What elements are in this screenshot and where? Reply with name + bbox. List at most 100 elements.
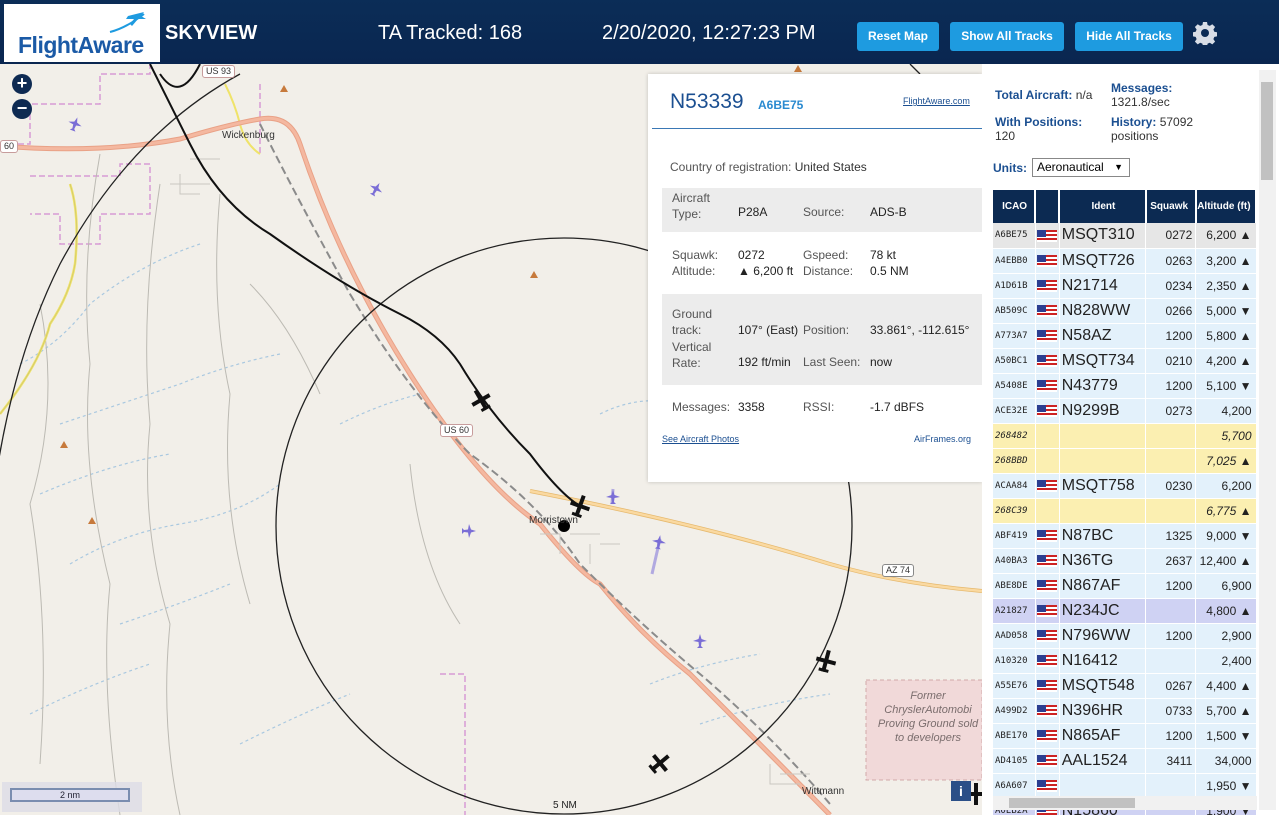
messages-label: Messages: (672, 400, 731, 414)
cell-flag (1035, 673, 1060, 699)
table-row[interactable]: AAD058 N796WW 1200 2,900 (993, 623, 1257, 649)
cell-altitude: 9,000 ▼ (1195, 523, 1257, 549)
range-ring-label: 5 NM (553, 800, 577, 811)
cell-icao: A4EBB0 (993, 248, 1036, 274)
cell-ident: MSQT734 (1059, 348, 1147, 374)
table-row[interactable]: ACE32E N9299B 0273 4,200 (993, 398, 1257, 424)
zoom-out-button[interactable]: − (12, 99, 32, 119)
us-flag-icon (1037, 680, 1058, 693)
table-row[interactable]: A10320 N16412 2,400 (993, 648, 1257, 674)
table-row[interactable]: A6A607 1,950 ▼ (993, 773, 1257, 799)
units-value: Aeronautical (1037, 160, 1104, 174)
cell-altitude: 1,500 ▼ (1195, 723, 1257, 749)
current-datetime: 2/20/2020, 12:27:23 PM (602, 22, 816, 44)
us-flag-icon (1037, 305, 1058, 318)
total-aircraft-label: Total Aircraft: (995, 88, 1073, 102)
cell-icao: A21827 (993, 598, 1036, 624)
column-header-squawk[interactable]: Squawk (1145, 190, 1197, 223)
cell-ident: N16412 (1059, 648, 1147, 674)
horizontal-scrollbar[interactable] (993, 796, 1257, 810)
messages-rate-value: 1321.8/sec (1111, 95, 1170, 109)
table-row[interactable]: ABE170 N865AF 1200 1,500 ▼ (993, 723, 1257, 749)
vertical-scrollbar[interactable] (1259, 70, 1276, 810)
cell-altitude: 6,200 ▲ (1195, 223, 1257, 249)
cell-icao: ACE32E (993, 398, 1036, 424)
table-row[interactable]: A5408E N43779 1200 5,100 ▼ (993, 373, 1257, 399)
flightaware-link[interactable]: FlightAware.com (903, 96, 970, 106)
table-row[interactable]: 268C39 6,775 ▲ (993, 498, 1257, 524)
zoom-in-button[interactable]: + (12, 74, 32, 94)
table-row[interactable]: A50BC1 MSQT734 0210 4,200 ▲ (993, 348, 1257, 374)
cell-altitude: 5,100 ▼ (1195, 373, 1257, 399)
table-row[interactable]: ACAA84 MSQT758 0230 6,200 (993, 473, 1257, 499)
column-header-icao[interactable]: ICAO (993, 190, 1037, 223)
cell-ident: N828WW (1059, 298, 1147, 324)
table-row[interactable]: A1D61B N21714 0234 2,350 ▲ (993, 273, 1257, 299)
cell-altitude: 1,950 ▼ (1195, 773, 1257, 799)
horizontal-scroll-thumb[interactable] (1009, 798, 1135, 808)
flightaware-logo[interactable]: FlightAware (4, 4, 160, 62)
vertical-scroll-thumb[interactable] (1261, 82, 1273, 180)
cell-icao: AD4105 (993, 748, 1036, 774)
table-row[interactable]: A499D2 N396HR 0733 5,700 ▲ (993, 698, 1257, 724)
cell-squawk: 1325 (1145, 523, 1197, 549)
show-all-tracks-button[interactable]: Show All Tracks (950, 22, 1064, 51)
chevron-down-icon: ▼ (1114, 162, 1123, 172)
cell-flag (1035, 298, 1060, 324)
cell-icao: ABE170 (993, 723, 1036, 749)
cell-flag (1035, 423, 1060, 449)
table-row[interactable]: AB509C N828WW 0266 5,000 ▼ (993, 298, 1257, 324)
column-header-altitude[interactable]: Altitude (ft) (1195, 190, 1258, 223)
cell-altitude: 6,900 (1195, 573, 1257, 599)
table-row[interactable]: 268482 5,700 (993, 423, 1257, 449)
cell-ident: MSQT726 (1059, 248, 1147, 274)
airframes-link[interactable]: AirFrames.org (914, 434, 971, 444)
us-flag-icon (1037, 630, 1058, 643)
us-flag-icon (1037, 230, 1058, 243)
cell-flag (1035, 523, 1060, 549)
aircraft-table-body: A6BE75 MSQT310 0272 6,200 ▲ A4EBB0 MSQT726 026… (993, 223, 1257, 815)
table-row[interactable]: A6BE75 MSQT310 0272 6,200 ▲ (993, 223, 1257, 249)
table-row[interactable]: ABF419 N87BC 1325 9,000 ▼ (993, 523, 1257, 549)
reset-map-button[interactable]: Reset Map (857, 22, 939, 51)
table-row[interactable]: A21827 N234JC 4,800 ▲ (993, 598, 1257, 624)
cell-squawk: 1200 (1145, 723, 1197, 749)
table-row[interactable]: A40BA3 N36TG 2637 12,400 ▲ (993, 548, 1257, 574)
table-row[interactable]: A4EBB0 MSQT726 0263 3,200 ▲ (993, 248, 1257, 274)
table-row[interactable]: AD4105 AAL1524 3411 34,000 (993, 748, 1257, 774)
cell-flag (1035, 323, 1060, 349)
table-row[interactable]: ABE8DE N867AF 1200 6,900 (993, 573, 1257, 599)
top-bar: FlightAware SKYVIEW TA Tracked: 168 2/20… (0, 0, 1279, 64)
cell-altitude: 5,800 ▲ (1195, 323, 1257, 349)
hide-all-tracks-button[interactable]: Hide All Tracks (1075, 22, 1183, 51)
total-aircraft-value: n/a (1075, 88, 1093, 102)
column-header-ident[interactable]: Ident (1059, 190, 1147, 223)
cell-flag (1035, 723, 1060, 749)
units-select[interactable]: Aeronautical ▼ (1032, 158, 1130, 177)
area-label-proving-ground: Former ChryslerAutomobi Proving Ground s… (877, 690, 979, 744)
rssi-value: -1.7 dBFS (870, 400, 925, 414)
cell-altitude: 4,400 ▲ (1195, 673, 1257, 699)
column-header-flag[interactable] (1035, 190, 1061, 223)
cell-ident: N58AZ (1059, 323, 1147, 349)
table-row[interactable]: A55E76 MSQT548 0267 4,400 ▲ (993, 673, 1257, 699)
popup-hex-code: A6BE75 (758, 98, 804, 112)
us-flag-icon (1037, 530, 1058, 543)
type-label: Aircraft Type: (672, 191, 711, 221)
table-row[interactable]: 268BBD 7,025 ▲ (993, 448, 1257, 474)
distance-value: 0.5 NM (870, 264, 909, 278)
aircraft-photos-link[interactable]: See Aircraft Photos (662, 434, 739, 444)
info-button[interactable]: i (951, 781, 971, 801)
cell-ident (1059, 773, 1147, 799)
track-value: 107° (East) (738, 323, 799, 337)
cell-icao: AAD058 (993, 623, 1036, 649)
gear-icon[interactable] (1193, 21, 1217, 45)
position-label: Position: (803, 323, 850, 337)
cell-squawk: 0210 (1145, 348, 1197, 374)
type-value: P28A (738, 205, 768, 219)
cell-squawk: 1200 (1145, 323, 1197, 349)
cell-altitude: 5,700 (1195, 423, 1257, 449)
cell-flag (1035, 548, 1060, 574)
table-row[interactable]: A773A7 N58AZ 1200 5,800 ▲ (993, 323, 1257, 349)
gspeed-value: 78 kt (870, 248, 897, 262)
